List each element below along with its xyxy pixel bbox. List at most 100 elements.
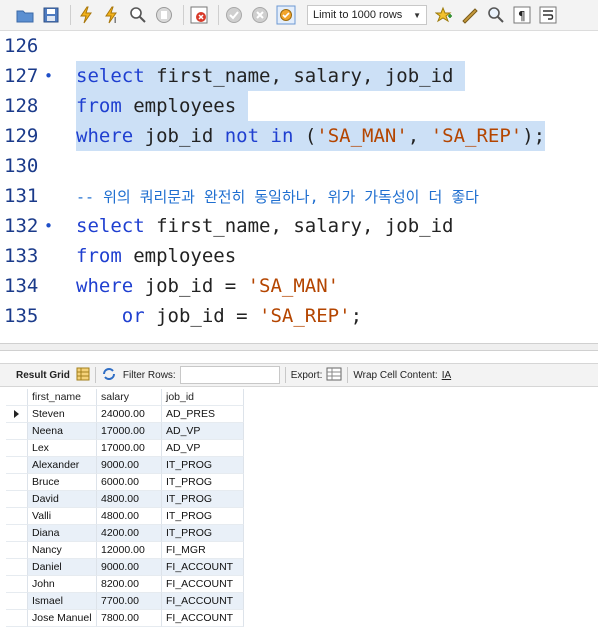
table-row[interactable]: Nancy 12000.00 FI_MGR (6, 542, 244, 559)
editor-line[interactable]: 134 where job_id = 'SA_MAN' (0, 271, 598, 301)
row-header[interactable] (6, 542, 28, 559)
limit-rows-select[interactable]: Limit to 1000 rows ▼ (307, 5, 427, 25)
table-cell[interactable]: 4200.00 (97, 525, 162, 542)
table-cell[interactable]: 17000.00 (97, 423, 162, 440)
wrap-icon[interactable] (537, 4, 559, 26)
wrap-cell-icon[interactable]: IA (442, 370, 451, 381)
grid-view-icon[interactable] (76, 367, 90, 384)
table-row[interactable]: Jose Manuel 7800.00 FI_ACCOUNT (6, 610, 244, 627)
commit-icon[interactable] (223, 4, 245, 26)
rollback-icon[interactable] (249, 4, 271, 26)
editor-line[interactable]: 128 from employees (0, 91, 598, 121)
row-header[interactable] (6, 508, 28, 525)
sql-editor[interactable]: 126 127 • select first_name, salary, job_id… (0, 31, 598, 343)
row-header[interactable] (6, 610, 28, 627)
table-cell[interactable]: FI_ACCOUNT (162, 610, 244, 627)
table-cell[interactable]: Nancy (28, 542, 97, 559)
execute-current-icon[interactable]: I (101, 4, 123, 26)
row-header[interactable] (6, 474, 28, 491)
editor-line[interactable]: 133 from employees (0, 241, 598, 271)
table-cell[interactable]: Jose Manuel (28, 610, 97, 627)
pane-splitter[interactable] (0, 343, 598, 351)
row-header[interactable] (6, 491, 28, 508)
explain-icon[interactable] (127, 4, 149, 26)
refresh-icon[interactable] (101, 367, 117, 384)
table-cell[interactable]: IT_PROG (162, 525, 244, 542)
toggle-error-icon[interactable] (188, 4, 210, 26)
table-row[interactable]: David 4800.00 IT_PROG (6, 491, 244, 508)
table-cell[interactable]: Neena (28, 423, 97, 440)
row-header[interactable] (6, 457, 28, 474)
filter-rows-input[interactable] (179, 366, 280, 384)
table-cell[interactable]: IT_PROG (162, 457, 244, 474)
column-header-first-name[interactable]: first_name (28, 389, 97, 406)
row-header[interactable] (6, 593, 28, 610)
export-icon[interactable] (326, 366, 342, 385)
save-icon[interactable] (40, 4, 62, 26)
table-row[interactable]: Lex 17000.00 AD_VP (6, 440, 244, 457)
table-cell[interactable]: 7800.00 (97, 610, 162, 627)
editor-line[interactable]: 130 (0, 151, 598, 181)
column-header-job-id[interactable]: job_id (162, 389, 244, 406)
row-header[interactable] (6, 406, 28, 423)
open-folder-icon[interactable] (14, 4, 36, 26)
table-cell[interactable]: Steven (28, 406, 97, 423)
table-cell[interactable]: Lex (28, 440, 97, 457)
find-icon[interactable] (485, 4, 507, 26)
table-cell[interactable]: 6000.00 (97, 474, 162, 491)
table-row[interactable]: John 8200.00 FI_ACCOUNT (6, 576, 244, 593)
editor-line[interactable]: 127 • select first_name, salary, job_id (0, 61, 598, 91)
table-cell[interactable]: Ismael (28, 593, 97, 610)
table-row[interactable]: Daniel 9000.00 FI_ACCOUNT (6, 559, 244, 576)
row-header[interactable] (6, 559, 28, 576)
editor-line[interactable]: 131 -- 위의 쿼리문과 완전히 동일하나, 위가 가독성이 더 좋다 (0, 181, 598, 211)
table-row[interactable]: Neena 17000.00 AD_VP (6, 423, 244, 440)
editor-line[interactable]: 132 • select first_name, salary, job_id (0, 211, 598, 241)
table-cell[interactable]: IT_PROG (162, 474, 244, 491)
table-cell[interactable]: 24000.00 (97, 406, 162, 423)
table-cell[interactable]: 9000.00 (97, 457, 162, 474)
row-header[interactable] (6, 576, 28, 593)
table-cell[interactable]: 12000.00 (97, 542, 162, 559)
editor-line[interactable]: 135 or job_id = 'SA_REP'; (0, 301, 598, 331)
table-cell[interactable]: 9000.00 (97, 559, 162, 576)
table-cell[interactable]: AD_VP (162, 423, 244, 440)
table-cell[interactable]: FI_ACCOUNT (162, 576, 244, 593)
table-cell[interactable]: Valli (28, 508, 97, 525)
editor-line[interactable]: 126 (0, 31, 598, 61)
table-cell[interactable]: Diana (28, 525, 97, 542)
table-cell[interactable]: John (28, 576, 97, 593)
beautify-icon[interactable] (459, 4, 481, 26)
table-cell[interactable]: 4800.00 (97, 508, 162, 525)
result-grid-tab[interactable]: Result Grid (16, 370, 70, 381)
result-grid[interactable]: first_name salary job_id Steven 24000.00 A… (6, 389, 244, 627)
table-row[interactable]: Diana 4200.00 IT_PROG (6, 525, 244, 542)
column-header-salary[interactable]: salary (97, 389, 162, 406)
invisible-chars-icon[interactable]: ¶ (511, 4, 533, 26)
add-snippet-icon[interactable] (433, 4, 455, 26)
table-cell[interactable]: 17000.00 (97, 440, 162, 457)
row-header[interactable] (6, 423, 28, 440)
table-cell[interactable]: David (28, 491, 97, 508)
table-cell[interactable]: FI_MGR (162, 542, 244, 559)
stop-icon[interactable] (153, 4, 175, 26)
row-header[interactable] (6, 525, 28, 542)
table-cell[interactable]: 8200.00 (97, 576, 162, 593)
table-row[interactable]: Alexander 9000.00 IT_PROG (6, 457, 244, 474)
table-cell[interactable]: Daniel (28, 559, 97, 576)
table-cell[interactable]: FI_ACCOUNT (162, 559, 244, 576)
table-cell[interactable]: AD_PRES (162, 406, 244, 423)
table-cell[interactable]: Alexander (28, 457, 97, 474)
table-row[interactable]: Bruce 6000.00 IT_PROG (6, 474, 244, 491)
execute-icon[interactable] (75, 4, 97, 26)
table-cell[interactable]: AD_VP (162, 440, 244, 457)
table-cell[interactable]: IT_PROG (162, 508, 244, 525)
table-cell[interactable]: FI_ACCOUNT (162, 593, 244, 610)
row-header[interactable] (6, 440, 28, 457)
autocommit-icon[interactable] (275, 4, 297, 26)
table-cell[interactable]: Bruce (28, 474, 97, 491)
table-row[interactable]: Valli 4800.00 IT_PROG (6, 508, 244, 525)
table-row[interactable]: Steven 24000.00 AD_PRES (6, 406, 244, 423)
table-cell[interactable]: 4800.00 (97, 491, 162, 508)
table-cell[interactable]: IT_PROG (162, 491, 244, 508)
